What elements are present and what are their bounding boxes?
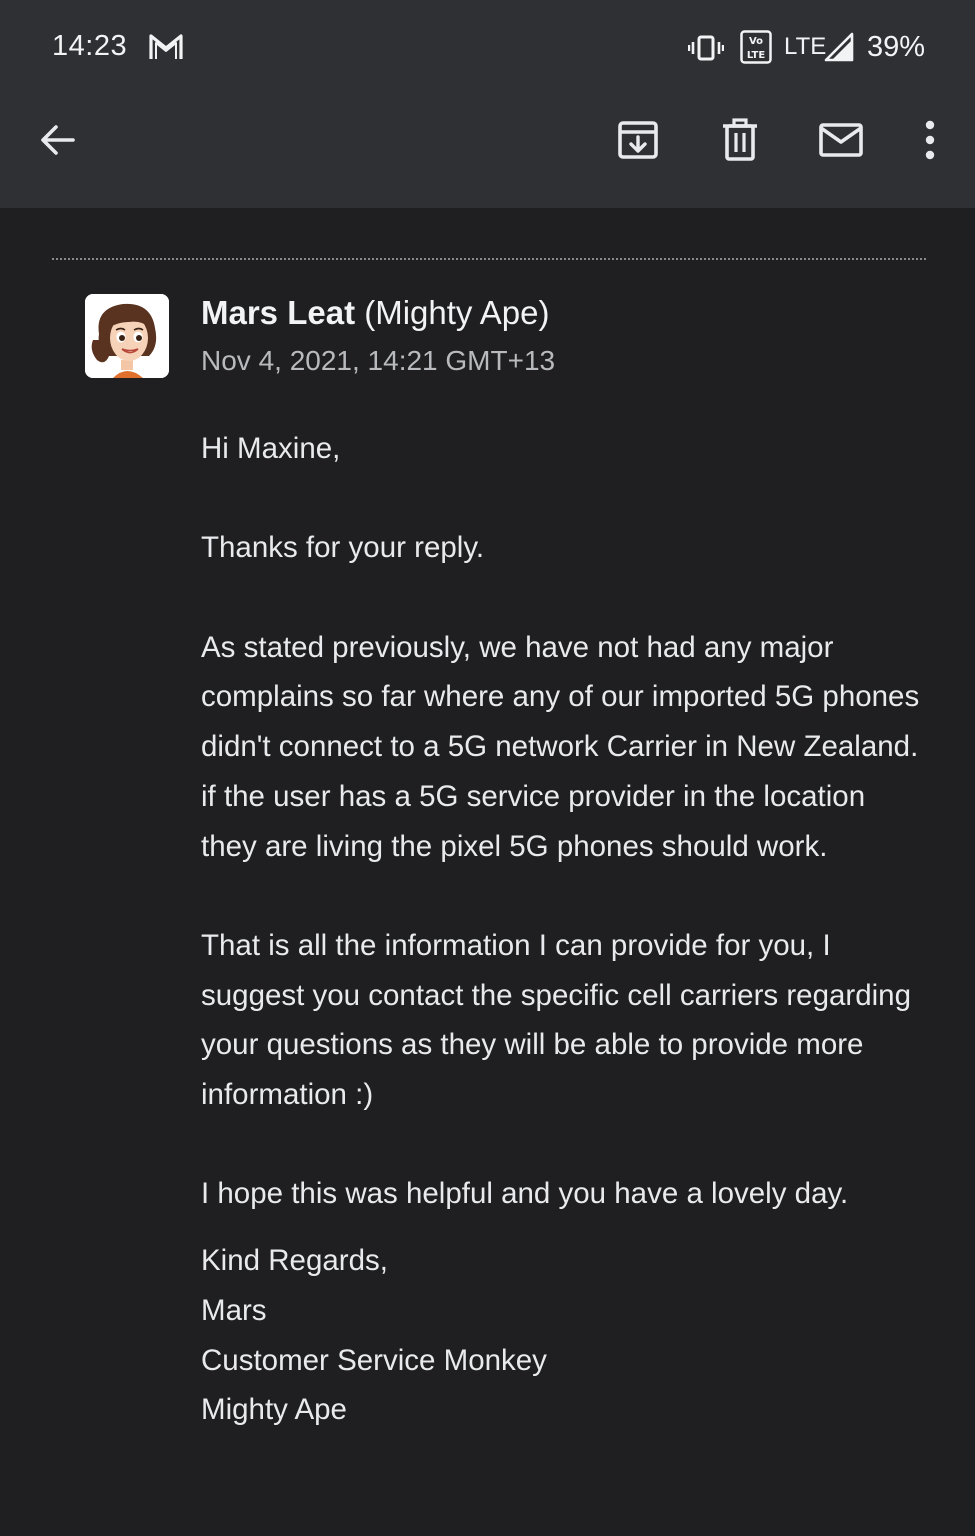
mark-unread-button[interactable]	[811, 110, 871, 170]
battery-percentage: 39%	[867, 31, 926, 63]
email-signature: Kind Regards, Mars Customer Service Monk…	[201, 1236, 921, 1435]
volte-icon: Vo LTE	[740, 30, 772, 64]
signal-strength-icon	[824, 32, 854, 62]
status-time: 14:23	[52, 30, 128, 62]
email-paragraph: I hope this was helpful and you have a l…	[201, 1177, 849, 1211]
back-button[interactable]	[28, 110, 88, 170]
network-type: LTE	[784, 33, 827, 60]
archive-button[interactable]	[608, 110, 668, 170]
sender-avatar[interactable]	[85, 294, 169, 378]
email-paragraph: Thanks for your reply.	[201, 531, 485, 565]
email-greeting: Hi Maxine,	[201, 432, 341, 465]
status-bar: 14:23 Vo LTE LTE 39%	[0, 0, 975, 96]
email-content: Mars Leat (Mighty Ape) Nov 4, 2021, 14:2…	[0, 208, 975, 1536]
svg-text:Vo: Vo	[749, 36, 763, 47]
sender-line[interactable]: Mars Leat (Mighty Ape)	[201, 294, 549, 332]
email-body: Hi Maxine, Thanks for your reply. As sta…	[201, 424, 921, 1435]
signature-line: Customer Service Monkey	[201, 1343, 547, 1377]
back-arrow-icon	[41, 125, 75, 155]
vibrate-icon	[688, 35, 724, 61]
gmail-notification-icon	[149, 34, 183, 59]
thread-divider	[52, 258, 926, 260]
more-options-button[interactable]	[900, 110, 960, 170]
sender-name: Mars Leat	[201, 294, 356, 331]
signature-line: Mars	[201, 1293, 267, 1327]
delete-button[interactable]	[710, 110, 770, 170]
mark-unread-icon	[819, 123, 863, 157]
avatar-illustration	[85, 294, 169, 378]
sender-organization: (Mighty Ape)	[364, 294, 550, 331]
svg-text:LTE: LTE	[747, 50, 766, 61]
email-paragraph: As stated previously, we have not had an…	[201, 630, 920, 863]
more-options-icon	[925, 120, 935, 160]
app-top-bar: 14:23 Vo LTE LTE 39%	[0, 0, 975, 208]
email-date: Nov 4, 2021, 14:21 GMT+13	[201, 345, 556, 376]
signature-line: Mighty Ape	[201, 1393, 347, 1427]
signature-line: Kind Regards,	[201, 1244, 388, 1278]
email-paragraph: That is all the information I can provid…	[201, 928, 911, 1112]
archive-icon	[618, 121, 658, 159]
delete-icon	[723, 118, 757, 161]
